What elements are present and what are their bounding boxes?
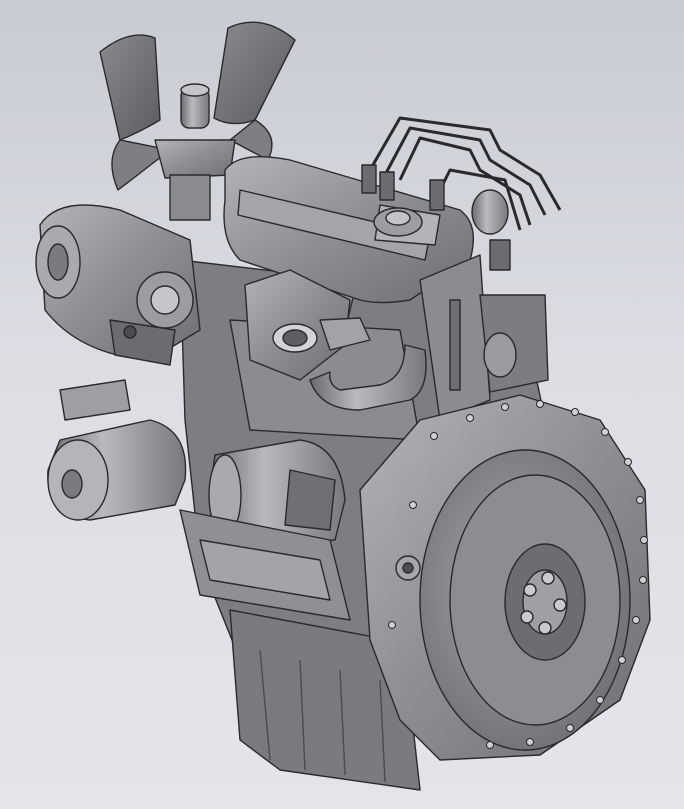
alternator[interactable]	[35, 204, 201, 366]
cad-viewport[interactable]	[0, 0, 684, 809]
engine-3d-model[interactable]	[0, 0, 684, 809]
drain-plug	[395, 555, 421, 581]
flywheel[interactable]	[419, 449, 631, 751]
oil-filter[interactable]	[47, 379, 187, 521]
